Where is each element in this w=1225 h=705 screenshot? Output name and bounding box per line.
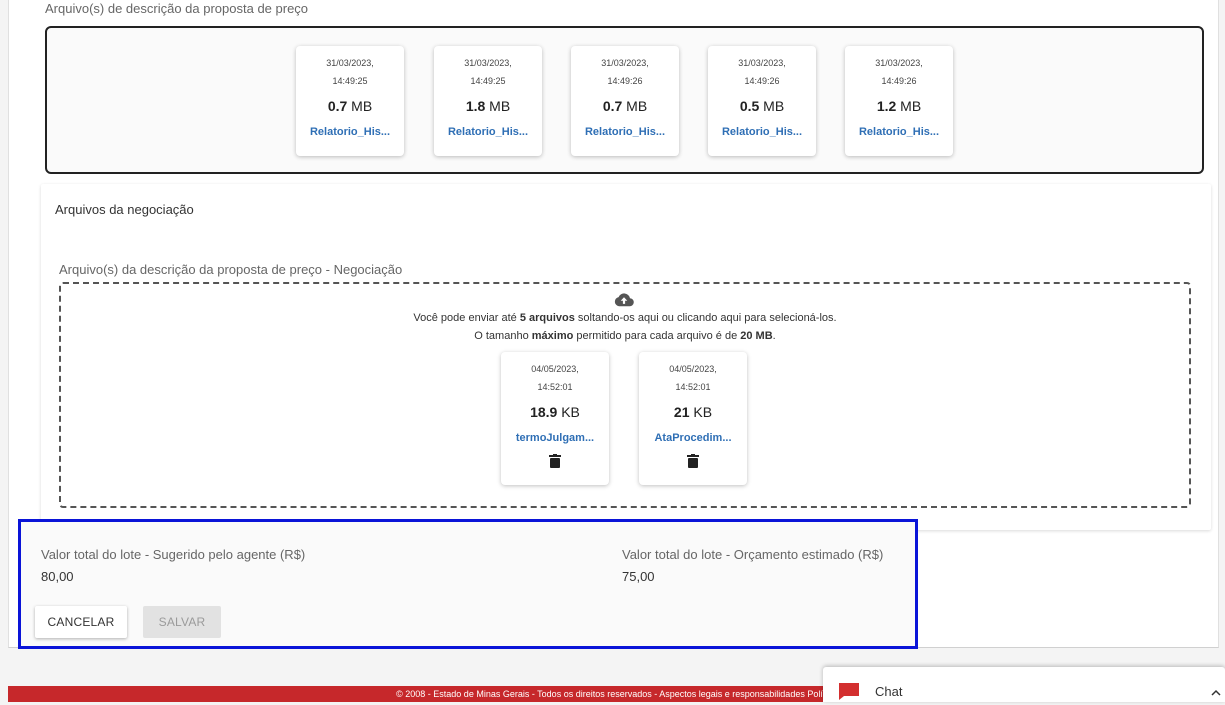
file-time: 14:49:26	[744, 76, 780, 86]
file-date: 31/03/2023,	[875, 58, 923, 68]
file-name-link[interactable]: Relatorio_His...	[434, 126, 542, 138]
file-date: 04/05/2023,	[531, 364, 579, 374]
suggested-total-label: Valor total do lote - Sugerido pelo agen…	[41, 547, 306, 562]
chat-label: Chat	[875, 684, 903, 699]
file-size: 0.7 MB	[327, 98, 373, 114]
file-size: 1.2 MB	[876, 98, 922, 114]
lot-totals-panel: Valor total do lote - Sugerido pelo agen…	[18, 519, 918, 649]
chevron-up-icon[interactable]	[1211, 685, 1221, 699]
file-name-link[interactable]: Relatorio_His...	[845, 126, 953, 138]
trash-icon[interactable]	[639, 454, 747, 473]
chat-widget[interactable]: Chat	[823, 667, 1225, 702]
file-name-link[interactable]: Relatorio_His...	[571, 126, 679, 138]
suggested-total-value: 80,00	[41, 569, 74, 584]
file-name-link[interactable]: Relatorio_His...	[296, 126, 404, 138]
cloud-upload-icon	[614, 292, 634, 313]
file-date: 31/03/2023,	[738, 58, 786, 68]
negotiation-files-label: Arquivo(s) da descrição da proposta de p…	[59, 262, 403, 277]
file-date: 04/05/2023,	[669, 364, 717, 374]
proposal-files-label: Arquivo(s) de descrição da proposta de p…	[45, 1, 309, 16]
drop-size-limit: O tamanho máximo permitido para cada arq…	[474, 330, 776, 342]
file-size: 0.7 MB	[602, 98, 648, 114]
proposal-files-box: 31/03/2023, 14:49:25 0.7 MB Relatorio_His…	[45, 26, 1204, 174]
trash-icon[interactable]	[501, 454, 609, 473]
file-card[interactable]: 31/03/2023, 14:49:26 1.2 MB Relatorio_His…	[845, 46, 953, 156]
file-size: 1.8 MB	[465, 98, 511, 114]
file-time: 14:49:26	[607, 76, 643, 86]
file-time: 14:49:26	[881, 76, 917, 86]
file-date: 31/03/2023,	[601, 58, 649, 68]
file-size: 0.5 MB	[739, 98, 785, 114]
file-card[interactable]: 31/03/2023, 14:49:25 1.8 MB Relatorio_His…	[434, 46, 542, 156]
file-time: 14:52:01	[537, 382, 573, 392]
file-drop-zone[interactable]: Você pode enviar até 5 arquivos soltando…	[59, 282, 1191, 508]
file-card[interactable]: 31/03/2023, 14:49:26 0.7 MB Relatorio_His…	[571, 46, 679, 156]
section-title: Arquivos da negociação	[55, 202, 194, 217]
file-date: 31/03/2023,	[326, 58, 374, 68]
uploaded-file-card[interactable]: 04/05/2023, 14:52:01 21 KB AtaProcedim...	[639, 352, 747, 485]
save-button[interactable]: SALVAR	[143, 606, 221, 638]
negotiation-files-section: Arquivos da negociação Arquivo(s) da des…	[41, 184, 1211, 530]
file-time: 14:52:01	[675, 382, 711, 392]
file-card[interactable]: 31/03/2023, 14:49:25 0.7 MB Relatorio_His…	[296, 46, 404, 156]
uploaded-file-card[interactable]: 04/05/2023, 14:52:01 18.9 KB termoJulgam.…	[501, 352, 609, 485]
file-size: 21 KB	[673, 404, 713, 420]
estimated-total-value: 75,00	[622, 569, 655, 584]
file-name-link[interactable]: termoJulgam...	[501, 432, 609, 444]
drop-instructions: Você pode enviar até 5 arquivos soltando…	[413, 312, 837, 324]
file-name-link[interactable]: AtaProcedim...	[639, 432, 747, 444]
file-name-link[interactable]: Relatorio_His...	[708, 126, 816, 138]
file-date: 31/03/2023,	[464, 58, 512, 68]
estimated-total-label: Valor total do lote - Orçamento estimado…	[622, 547, 884, 562]
file-time: 14:49:25	[470, 76, 506, 86]
file-time: 14:49:25	[332, 76, 368, 86]
cancel-button[interactable]: CANCELAR	[35, 606, 127, 638]
file-size: 18.9 KB	[530, 404, 580, 420]
file-card[interactable]: 31/03/2023, 14:49:26 0.5 MB Relatorio_His…	[708, 46, 816, 156]
